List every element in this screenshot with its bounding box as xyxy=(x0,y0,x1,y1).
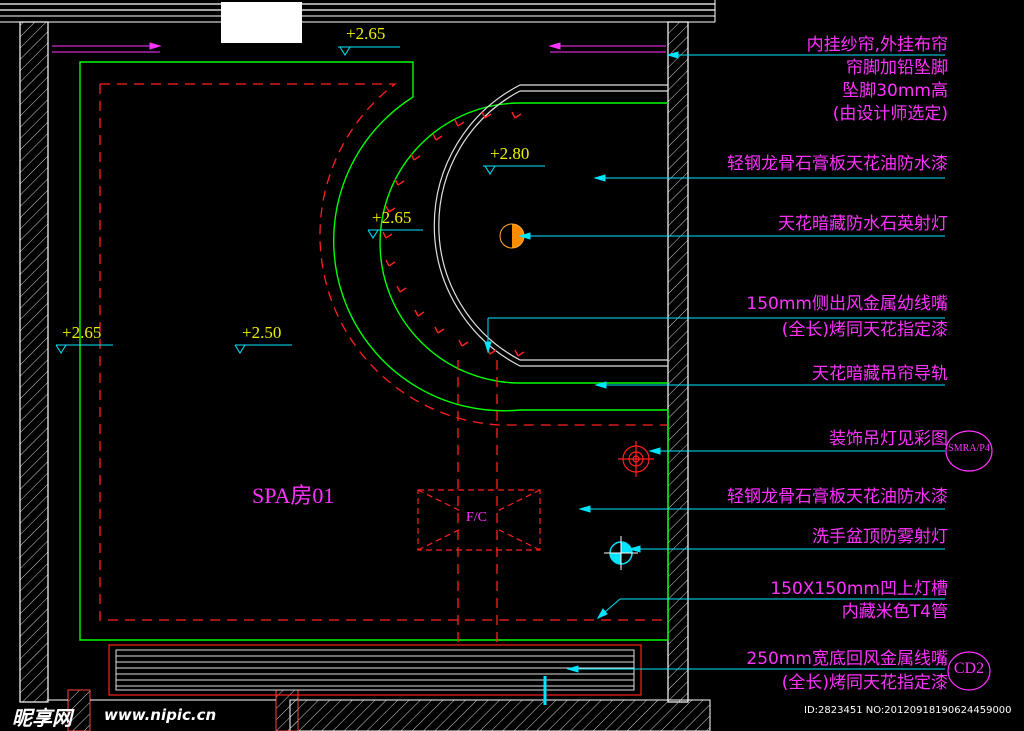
watermark-brand: 昵享网 xyxy=(12,702,72,731)
room-label: SPA房01 xyxy=(252,483,335,508)
annotation-text: 洗手盆顶防雾射灯 xyxy=(812,527,948,547)
annotation-text: 帘脚加铅坠脚 xyxy=(846,58,948,78)
left-wall xyxy=(19,21,49,703)
ref-bubbles xyxy=(945,430,993,691)
ceiling-outline-green xyxy=(79,61,669,641)
level-label: +2.65 xyxy=(372,208,412,227)
annotation-text: 内挂纱帘,外挂布帘 xyxy=(806,35,948,55)
level-label: +2.65 xyxy=(62,323,102,342)
annotation-list: 内挂纱帘,外挂布帘 帘脚加铅坠脚 坠脚30mm高 (由设计师选定) 轻钢龙骨石膏… xyxy=(600,0,948,731)
annotation-text: 天花暗藏吊帘导轨 xyxy=(812,364,948,384)
ref-label: SMRA/P4 xyxy=(948,443,990,454)
annotation-text: 轻钢龙骨石膏板天花油防水漆 xyxy=(727,487,948,507)
ref-label: CD2 xyxy=(953,660,985,677)
annotation-text: (全长)烤同天花指定漆 xyxy=(781,320,948,340)
annotation-text: 装饰吊灯见彩图 xyxy=(829,429,948,449)
annotation-text: (由设计师选定) xyxy=(832,104,948,124)
annotation-text: 天花暗藏防水石英射灯 xyxy=(778,214,948,234)
level-markers xyxy=(55,46,545,354)
level-label: +2.65 xyxy=(346,24,386,43)
annotation-text: 250mm宽底回风金属线嘴 xyxy=(746,649,948,669)
annotation-text: 内藏米色T4管 xyxy=(841,602,948,622)
return-air-grille xyxy=(108,644,642,696)
watermark-brand-text: 昵享网 xyxy=(12,706,72,730)
annotation-text: 150X150mm凹上灯槽 xyxy=(770,579,948,599)
level-label: +2.50 xyxy=(242,323,282,342)
watermark-url: www.nipic.cn xyxy=(104,706,217,724)
annotation-text: 150mm侧出风金属幼线嘴 xyxy=(746,294,948,314)
level-label: +2.80 xyxy=(490,144,530,163)
annotation-text: 轻钢龙骨石膏板天花油防水漆 xyxy=(727,154,948,174)
white-opening-block xyxy=(221,2,302,43)
fc-label: F/C xyxy=(466,510,488,525)
watermark-id: ID:2823451 NO:20120918190624459000 xyxy=(804,705,1012,716)
annotation-text: (全长)烤同天花指定漆 xyxy=(781,673,948,693)
annotation-text: 坠脚30mm高 xyxy=(842,81,948,101)
